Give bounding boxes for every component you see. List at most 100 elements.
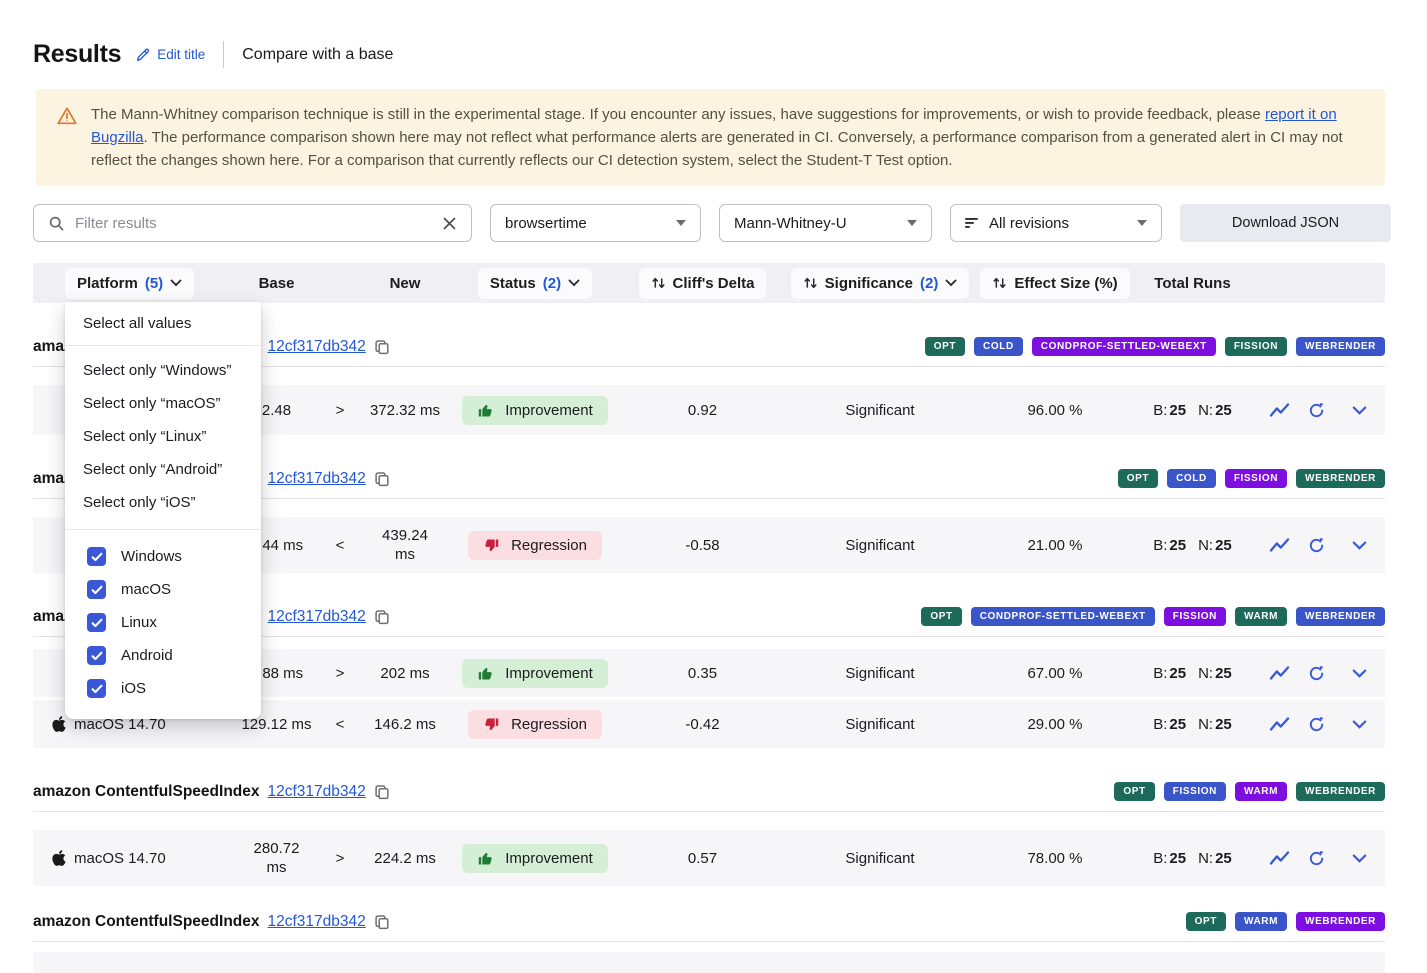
tag-badge: WARM [1235,607,1287,626]
expand-row-chevron-icon[interactable] [1352,854,1367,863]
revisions-select[interactable]: All revisions [950,204,1162,242]
select-only-linux-option[interactable]: Select only “Linux” [65,420,261,453]
chevron-down-icon [568,279,580,287]
clear-filter-icon[interactable] [442,216,457,231]
retrigger-icon[interactable] [1307,715,1326,734]
status-label: Regression [511,716,587,733]
framework-select[interactable]: browsertime [490,204,701,242]
new-value: 372.32 ms [360,402,450,419]
expand-row-chevron-icon[interactable] [1352,669,1367,678]
tags: OPT CONDPROF-SETTLED-WEBEXT FISSION WARM… [921,607,1385,626]
checkbox-checked-icon[interactable] [87,646,106,665]
copy-icon[interactable] [374,609,390,625]
sort-effect-size-button[interactable]: Effect Size (%) [980,268,1129,299]
tag-badge: WEBRENDER [1296,782,1385,801]
linux-checkbox-option[interactable]: Linux [65,606,261,639]
status-badge: Regression [468,531,602,560]
copy-icon[interactable] [374,914,390,930]
checkbox-checked-icon[interactable] [87,580,106,599]
total-runs-value: B:25N:25 [1135,402,1250,419]
total-runs-value: B:25N:25 [1135,537,1250,554]
status-badge: Improvement [462,659,608,688]
graph-icon[interactable] [1269,850,1290,866]
graph-icon[interactable] [1269,716,1290,732]
compare-with-base-label: Compare with a base [242,46,393,64]
copy-icon[interactable] [374,784,390,800]
revision-link[interactable]: 12cf317db342 [268,338,366,356]
edit-title-label: Edit title [157,47,205,62]
retrigger-icon[interactable] [1307,401,1326,420]
filter-input-wrap [33,204,472,242]
status-badge: Improvement [462,844,608,873]
expand-row-chevron-icon[interactable] [1352,720,1367,729]
ios-checkbox-option[interactable]: iOS [65,672,261,705]
effect-size-value: 67.00 % [975,665,1135,682]
select-all-values-option[interactable]: Select all values [65,302,261,345]
tag-badge: FISSION [1225,469,1287,488]
thumbs-up-icon [477,665,494,682]
download-json-button[interactable]: Download JSON [1180,204,1391,242]
checkbox-checked-icon[interactable] [87,679,106,698]
copy-icon[interactable] [374,339,390,355]
test-title: amazon ContentfulSpeedIndex [33,783,260,801]
result-group: amazon ContentfulSpeedIndex 12cf317db342… [33,782,1385,886]
comparison-sign: < [320,716,360,733]
search-icon [48,215,65,232]
graph-icon[interactable] [1269,665,1290,681]
status-filter-button[interactable]: Status (2) [478,268,592,299]
caret-down-icon [907,220,917,226]
page-header: Results Edit title Compare with a base [0,0,1427,69]
significance-filter-button[interactable]: Significance (2) [791,268,970,299]
copy-icon[interactable] [374,471,390,487]
expand-row-chevron-icon[interactable] [1352,541,1367,550]
edit-title-button[interactable]: Edit title [135,47,205,63]
graph-icon[interactable] [1269,537,1290,553]
revision-link[interactable]: 12cf317db342 [268,783,366,801]
revision-link[interactable]: 12cf317db342 [268,913,366,931]
significance-value: Significant [785,665,975,682]
select-only-windows-option[interactable]: Select only “Windows” [65,354,261,387]
retrigger-icon[interactable] [1307,664,1326,683]
filter-lines-icon [965,217,980,229]
select-only-android-option[interactable]: Select only “Android” [65,453,261,486]
expand-row-chevron-icon[interactable] [1352,406,1367,415]
android-checkbox-option[interactable]: Android [65,639,261,672]
revision-link[interactable]: 12cf317db342 [268,470,366,488]
checkbox-checked-icon[interactable] [87,547,106,566]
checkbox-checked-icon[interactable] [87,613,106,632]
platform-cell: macOS 14.70 [33,849,233,867]
select-only-ios-option[interactable]: Select only “iOS” [65,486,261,519]
windows-checkbox-option[interactable]: Windows [65,540,261,573]
platform-selected-count: (5) [145,275,163,292]
platform-column-label: Platform [77,275,138,292]
retrigger-icon[interactable] [1307,849,1326,868]
new-value: 146.2 ms [360,716,450,733]
cliffs-delta-value: 0.92 [620,402,785,419]
filter-input[interactable] [75,215,432,232]
graph-icon[interactable] [1269,402,1290,418]
tag-badge: OPT [921,607,961,626]
platform-filter-button[interactable]: Platform (5) [65,268,194,299]
status-badge: Improvement [462,396,608,425]
new-value: 224.2 ms [360,850,450,867]
effect-size-value: 78.00 % [975,850,1135,867]
thumbs-up-icon [477,850,494,867]
cliffs-delta-value: 0.57 [620,850,785,867]
revisions-select-value: All revisions [989,215,1128,232]
significance-selected-count: (2) [920,275,938,292]
total-runs-column-header: Total Runs [1135,275,1250,292]
revision-link[interactable]: 12cf317db342 [268,608,366,626]
tag-badge: FISSION [1164,782,1226,801]
tag-badge: WARM [1235,912,1287,931]
result-group: amazon ContentfulSpeedIndex 12cf317db342… [33,912,1385,973]
macos-checkbox-option[interactable]: macOS [65,573,261,606]
sort-icon [651,276,666,290]
tag-badge: FISSION [1225,337,1287,356]
retrigger-icon[interactable] [1307,536,1326,555]
select-only-macos-option[interactable]: Select only “macOS” [65,387,261,420]
base-column-header: Base [233,275,320,292]
total-runs-value: B:25N:25 [1135,850,1250,867]
sort-icon [992,276,1007,290]
sort-cliffs-delta-button[interactable]: Cliff's Delta [639,268,767,299]
comparison-method-select[interactable]: Mann-Whitney-U [719,204,932,242]
